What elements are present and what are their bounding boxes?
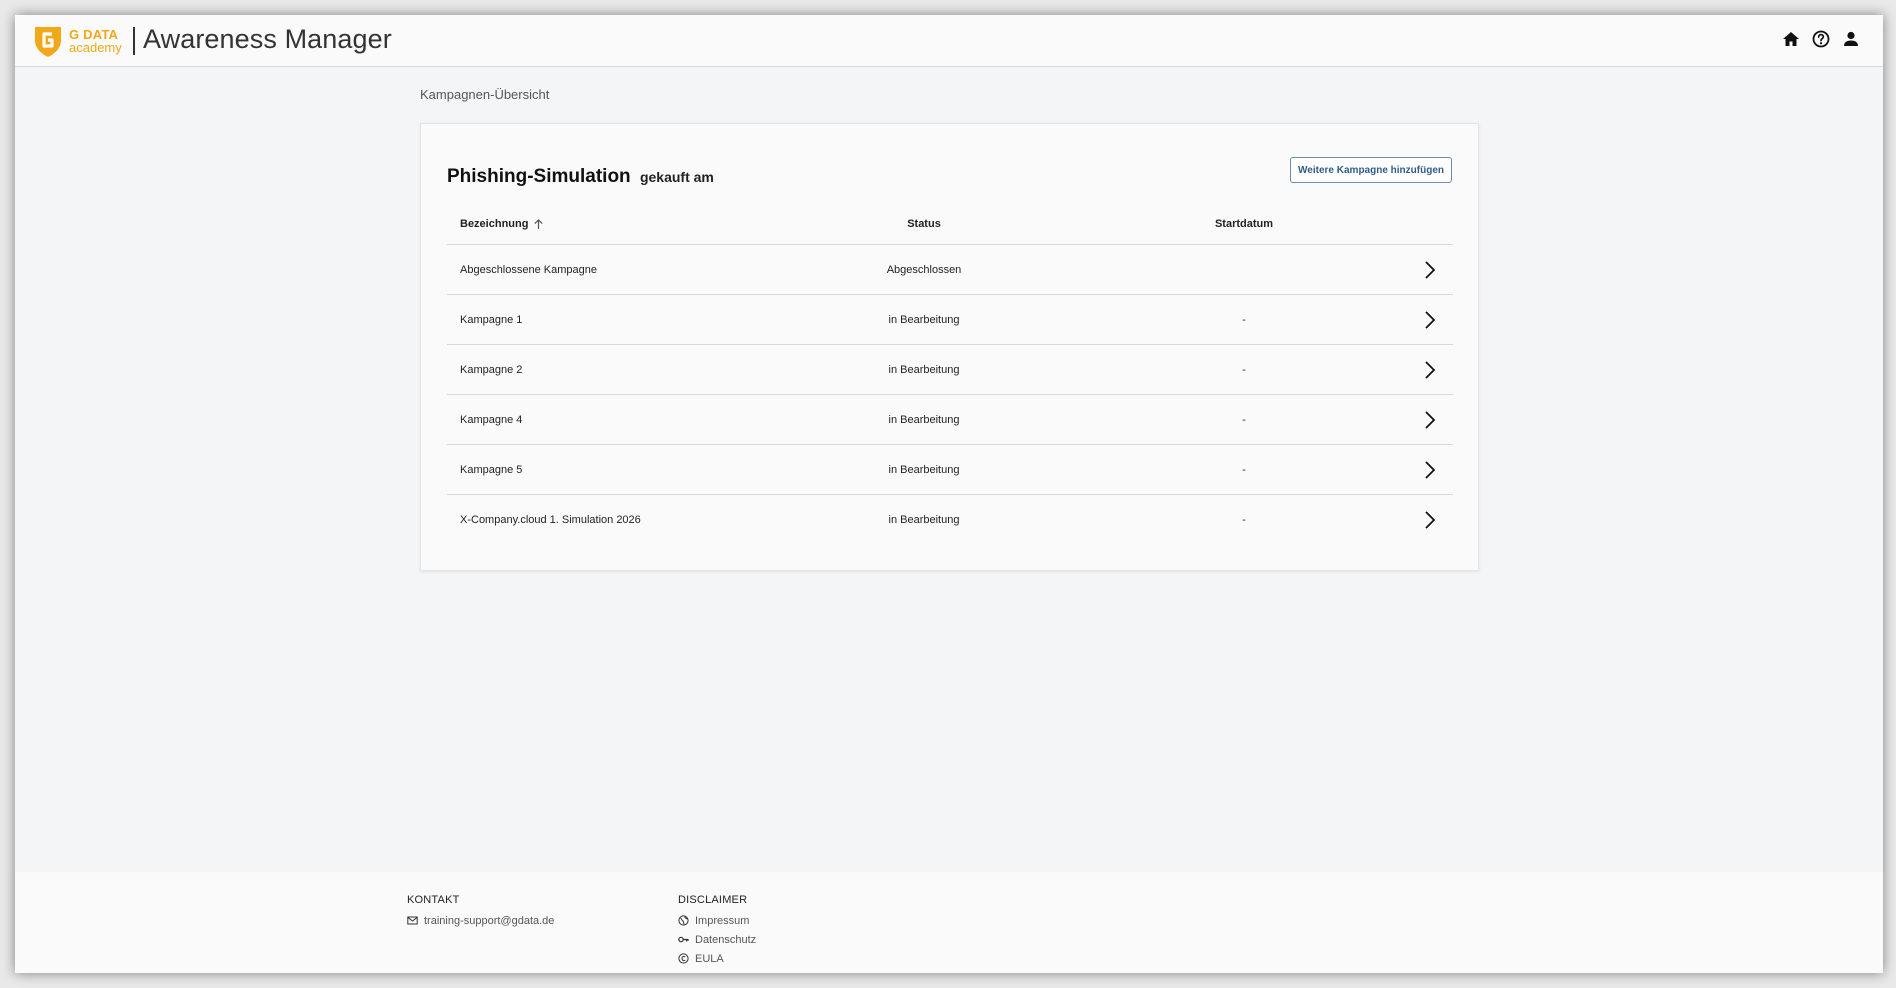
- footer-disclaimer: DISCLAIMER Impressum Datenschutz EULA: [678, 894, 756, 968]
- footer-contact-title: KONTAKT: [407, 894, 460, 906]
- key-icon: [678, 936, 689, 943]
- card-title-suffix: gekauft am: [639, 169, 714, 185]
- row-status: in Bearbeitung: [888, 313, 960, 326]
- chevron-right-icon[interactable]: [1423, 410, 1437, 430]
- g-data-shield-icon: [35, 27, 61, 57]
- table-row[interactable]: Kampagne 2 in Bearbeitung -: [447, 345, 1453, 395]
- card-title: Phishing-Simulation gekauft am: [447, 166, 714, 188]
- row-status: in Bearbeitung: [888, 463, 960, 476]
- logo-sub: academy: [69, 40, 122, 55]
- logo-text: G DATA academy: [69, 28, 122, 54]
- chevron-right-icon[interactable]: [1423, 310, 1437, 330]
- chevron-right-icon[interactable]: [1423, 510, 1437, 530]
- table-row[interactable]: Kampagne 5 in Bearbeitung -: [447, 445, 1453, 495]
- campaign-card: Phishing-Simulation gekauft am Weitere K…: [420, 123, 1479, 571]
- column-header-status: Status: [907, 218, 941, 230]
- footer-datenschutz-link[interactable]: Datenschutz: [678, 930, 756, 949]
- help-icon[interactable]: [1811, 29, 1831, 49]
- table-header: Bezeichnung Status Startdatum: [447, 204, 1453, 245]
- footer-email-link[interactable]: training-support@gdata.de: [407, 911, 554, 930]
- row-start: -: [1242, 413, 1246, 426]
- row-status: in Bearbeitung: [888, 413, 960, 426]
- column-header-name-label: Bezeichnung: [460, 218, 529, 230]
- row-name: Abgeschlossene Kampagne: [460, 263, 597, 276]
- row-start: -: [1242, 313, 1246, 326]
- copyright-icon: [678, 953, 689, 964]
- app-window: G DATA academy Awareness Manager Kampagn…: [15, 15, 1883, 973]
- footer-contact: KONTAKT training-support@gdata.de: [407, 894, 554, 930]
- table-row[interactable]: X-Company.cloud 1. Simulation 2026 in Be…: [447, 495, 1453, 545]
- mail-icon: [407, 916, 418, 925]
- chevron-right-icon[interactable]: [1423, 360, 1437, 380]
- chevron-right-icon[interactable]: [1423, 260, 1437, 280]
- app-title: Awareness Manager: [143, 24, 392, 54]
- footer-email: training-support@gdata.de: [424, 914, 555, 927]
- row-start: -: [1242, 363, 1246, 376]
- footer-impressum-link[interactable]: Impressum: [678, 911, 756, 930]
- logo[interactable]: G DATA academy: [33, 24, 122, 58]
- column-header-start: Startdatum: [1214, 218, 1274, 230]
- header-divider: [133, 27, 135, 55]
- footer-impressum: Impressum: [695, 914, 750, 927]
- footer-disclaimer-title: DISCLAIMER: [678, 894, 748, 906]
- row-status: Abgeschlossen: [886, 263, 962, 276]
- table-row[interactable]: Kampagne 1 in Bearbeitung -: [447, 295, 1453, 345]
- user-icon[interactable]: [1841, 29, 1861, 49]
- column-header-name[interactable]: Bezeichnung: [460, 218, 544, 230]
- card-title-main: Phishing-Simulation: [447, 166, 631, 187]
- row-name: Kampagne 1: [460, 313, 523, 326]
- row-name: Kampagne 4: [460, 413, 523, 426]
- campaign-table: Bezeichnung Status Startdatum Abgeschlos…: [447, 204, 1453, 545]
- add-campaign-button[interactable]: Weitere Kampagne hinzufügen: [1290, 157, 1452, 183]
- table-row[interactable]: Abgeschlossene Kampagne Abgeschlossen: [447, 245, 1453, 295]
- row-name: Kampagne 2: [460, 363, 523, 376]
- row-name: X-Company.cloud 1. Simulation 2026: [460, 514, 641, 526]
- row-name: Kampagne 5: [460, 463, 523, 476]
- home-icon[interactable]: [1781, 29, 1801, 49]
- row-start: -: [1242, 514, 1246, 526]
- table-row[interactable]: Kampagne 4 in Bearbeitung -: [447, 395, 1453, 445]
- row-status: in Bearbeitung: [888, 363, 960, 376]
- top-bar: G DATA academy Awareness Manager: [15, 15, 1883, 67]
- row-start: -: [1242, 463, 1246, 476]
- row-status: in Bearbeitung: [888, 514, 960, 526]
- footer-eula-link[interactable]: EULA: [678, 949, 756, 968]
- sort-ascending-icon[interactable]: [533, 218, 544, 230]
- header-actions: [1781, 29, 1861, 49]
- footer-eula: EULA: [695, 952, 724, 965]
- footer-datenschutz: Datenschutz: [695, 933, 757, 946]
- globe-icon: [678, 915, 689, 926]
- chevron-right-icon[interactable]: [1423, 460, 1437, 480]
- breadcrumb[interactable]: Kampagnen-Übersicht: [420, 87, 549, 102]
- footer: KONTAKT training-support@gdata.de DISCLA…: [15, 872, 1883, 973]
